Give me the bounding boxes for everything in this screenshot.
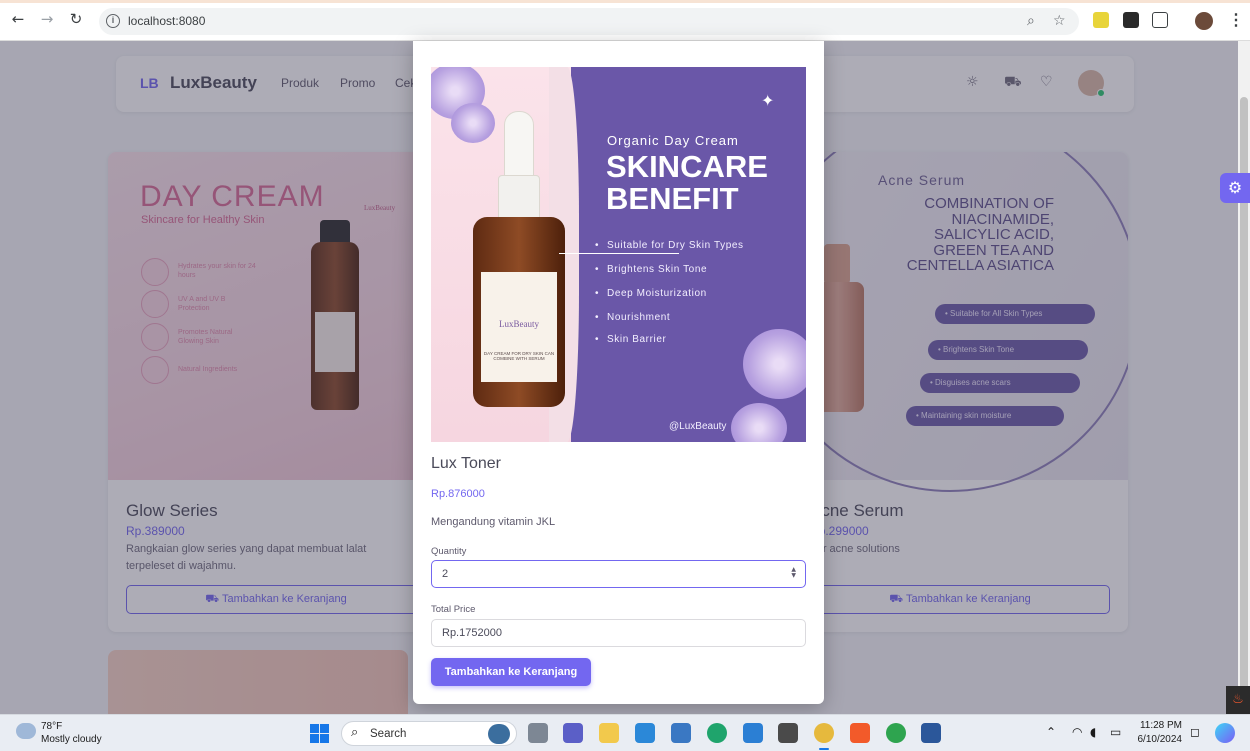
modal-product-name: Lux Toner — [431, 455, 501, 472]
total-price-label: Total Price — [431, 604, 476, 615]
menu-kebab-icon[interactable]: ⋮ — [1228, 10, 1244, 30]
weather-temperature[interactable]: 78°F — [41, 721, 62, 732]
promo-benefit: Suitable for Dry Skin Types — [595, 240, 744, 251]
settings-gear-icon[interactable]: ⚙ — [1220, 173, 1250, 203]
product-modal: LuxBeauty DAY CREAM FOR DRY SKIN CAN COM… — [413, 41, 824, 704]
word-icon[interactable] — [921, 723, 941, 743]
teams-icon[interactable] — [563, 723, 583, 743]
weather-cloud-icon[interactable] — [16, 723, 36, 739]
total-price-value: Rp.1752000 — [442, 627, 502, 639]
promo-benefit: Skin Barrier — [595, 334, 666, 345]
search-icon: ⌕ — [351, 725, 359, 740]
clock-date[interactable]: 6/10/2024 — [1130, 734, 1183, 745]
zoom-icon[interactable]: ⌕ — [1027, 13, 1035, 29]
promo-benefit: Brightens Skin Tone — [595, 264, 707, 275]
total-price-field: Rp.1752000 — [431, 619, 806, 647]
github-desktop-icon[interactable] — [778, 723, 798, 743]
bottle-brand: LuxBeauty — [499, 319, 539, 329]
extension-icon[interactable] — [1093, 12, 1109, 28]
dropper-collar — [498, 175, 540, 221]
quantity-stepper[interactable]: ▲ ▼ — [791, 567, 796, 579]
windows-start-icon[interactable] — [310, 724, 329, 743]
wifi-icon[interactable]: ◠ — [1072, 725, 1082, 739]
reload-icon[interactable]: ↻ — [67, 10, 85, 28]
promo-handle: @LuxBeauty — [669, 421, 727, 432]
weather-description[interactable]: Mostly cloudy — [41, 734, 102, 745]
promo-arrow-line — [559, 253, 679, 254]
sparkle-icon: ✦ — [761, 91, 775, 110]
copilot-icon[interactable] — [1215, 723, 1235, 743]
tab-strip-edge — [0, 0, 1250, 3]
clock-time[interactable]: 11:28 PM — [1138, 720, 1182, 731]
flame-icon[interactable]: ♨ — [1226, 686, 1250, 714]
extension-icon[interactable] — [1123, 12, 1139, 28]
search-placeholder[interactable]: Search — [370, 728, 406, 740]
notepad-icon[interactable] — [671, 723, 691, 743]
bottle-text: DAY CREAM FOR DRY SKIN CAN COMBINE WITH … — [483, 351, 555, 361]
page-scrollbar[interactable] — [1238, 41, 1250, 714]
promo-subtitle: Organic Day Cream — [607, 133, 739, 148]
notification-icon[interactable]: ◻ — [1190, 725, 1200, 739]
chrome-profile-icon[interactable] — [886, 723, 906, 743]
vscode-icon[interactable] — [743, 723, 763, 743]
store-icon[interactable] — [635, 723, 655, 743]
back-arrow-icon[interactable]: ← — [9, 10, 27, 28]
chrome-icon[interactable] — [814, 723, 834, 743]
chevron-up-icon[interactable]: ⌃ — [1046, 725, 1056, 739]
quantity-label: Quantity — [431, 546, 467, 557]
modal-product-price: Rp.876000 — [431, 488, 485, 500]
address-bar[interactable]: i localhost:8080 ⌕ ☆ — [99, 8, 1079, 35]
battery-icon[interactable]: ▭ — [1110, 725, 1121, 739]
product-promo-image: LuxBeauty DAY CREAM FOR DRY SKIN CAN COM… — [431, 67, 806, 442]
profile-avatar[interactable] — [1195, 12, 1213, 30]
task-view-icon[interactable] — [528, 723, 548, 743]
site-info-icon[interactable]: i — [106, 14, 120, 28]
bookmark-star-icon[interactable]: ☆ — [1053, 13, 1066, 29]
promo-benefit: Nourishment — [595, 312, 670, 323]
edge-icon[interactable] — [707, 723, 727, 743]
file-explorer-icon[interactable] — [599, 723, 619, 743]
dropper-bulb — [504, 111, 534, 179]
promo-benefit: Deep Moisturization — [595, 288, 707, 299]
address-url[interactable]: localhost:8080 — [128, 14, 205, 28]
active-app-indicator — [819, 748, 829, 750]
xampp-icon[interactable] — [850, 723, 870, 743]
search-highlight-art — [488, 724, 510, 744]
volume-icon[interactable]: ◖ — [1090, 725, 1096, 739]
modal-product-description: Mengandung vitamin JKL — [431, 516, 556, 528]
windows-taskbar: 78°F Mostly cloudy ⌕ Search ⌃ ◠ ◖ ▭ 11:2… — [0, 714, 1250, 751]
flower-decoration — [731, 403, 787, 442]
promo-title-line1: SKINCARE — [606, 149, 768, 184]
extensions-puzzle-icon[interactable] — [1152, 12, 1168, 28]
browser-toolbar: ← → ↻ i localhost:8080 ⌕ ☆ ⋮ — [0, 0, 1250, 41]
forward-arrow-icon[interactable]: → — [38, 10, 56, 28]
taskbar-search[interactable]: ⌕ Search — [341, 721, 517, 746]
quantity-input[interactable]: 2 ▲ ▼ — [431, 560, 806, 588]
promo-title-line2: BENEFIT — [606, 181, 739, 216]
modal-add-to-cart-button[interactable]: Tambahkan ke Keranjang — [431, 658, 591, 686]
quantity-value[interactable]: 2 — [442, 568, 448, 580]
flower-decoration — [743, 329, 806, 399]
flower-decoration — [451, 103, 495, 143]
